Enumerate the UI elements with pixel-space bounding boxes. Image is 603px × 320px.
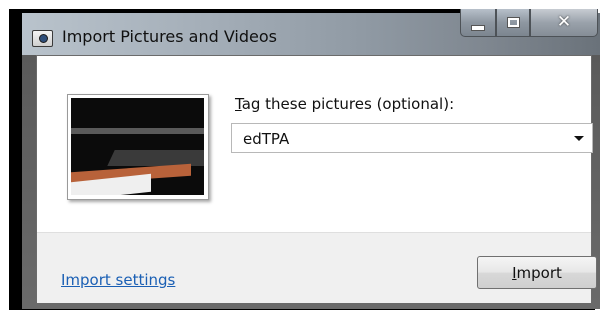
maximize-icon (506, 17, 520, 28)
caption-buttons: ✕ (460, 9, 603, 41)
tag-value[interactable]: edTPA (243, 130, 289, 148)
window-frame: Import Pictures and Videos ✕ Tag these p… (9, 9, 600, 310)
dialog-window: Import Pictures and Videos ✕ Tag these p… (22, 9, 600, 309)
tag-combobox[interactable]: edTPA (231, 123, 593, 153)
thumbnail-image (71, 98, 204, 195)
dialog-content: Tag these pictures (optional): edTPA Imp… (36, 55, 597, 303)
close-button[interactable]: ✕ (530, 9, 598, 37)
minimize-icon (471, 24, 485, 31)
minimize-button[interactable] (460, 9, 496, 37)
tag-label: Tag these pictures (optional): (235, 95, 455, 113)
import-settings-link[interactable]: Import settings (61, 271, 175, 289)
dropdown-arrow-icon[interactable] (574, 136, 584, 141)
window-title: Import Pictures and Videos (62, 27, 277, 46)
camera-icon (32, 30, 53, 47)
dialog-footer: Import settings Import (37, 232, 597, 303)
maximize-button[interactable] (496, 9, 530, 37)
picture-thumbnail (67, 94, 209, 200)
close-icon: ✕ (556, 11, 572, 32)
import-button[interactable]: Import (477, 256, 597, 289)
